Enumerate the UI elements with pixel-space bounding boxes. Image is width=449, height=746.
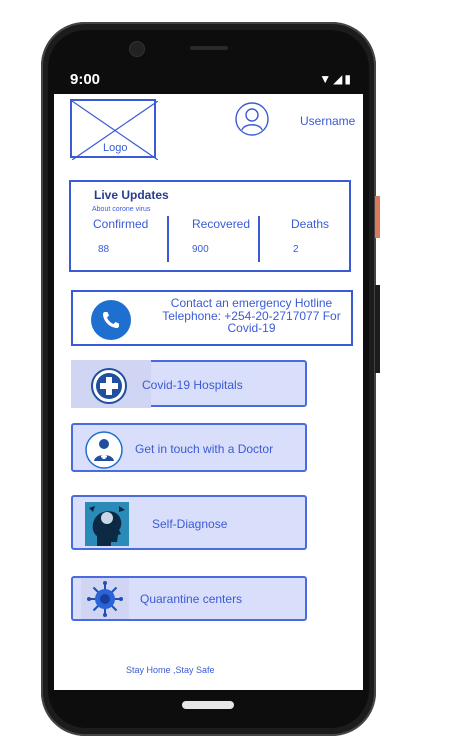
power-button[interactable] [375, 196, 380, 238]
status-icons: ▼◢▮ [319, 72, 353, 86]
virus-icon [87, 581, 123, 617]
confirmed-value: 88 [98, 244, 110, 255]
status-bar: 9:00 ▼◢▮ [54, 66, 363, 94]
column-divider [258, 216, 260, 262]
card-label: Self-Diagnose [152, 517, 228, 531]
deaths-label: Deaths [291, 217, 330, 231]
status-time: 9:00 [70, 71, 101, 88]
contact-doctor-button[interactable]: Get in touch with a Doctor [71, 423, 307, 472]
live-updates-panel: Live Updates About corone virus Confirme… [69, 180, 351, 272]
camera-icon [129, 41, 145, 57]
live-updates-subtitle: About corone virus [92, 206, 151, 213]
emergency-hotline-card[interactable]: Contact an emergency Hotline Telephone: … [71, 290, 353, 346]
navigation-bar [54, 690, 363, 720]
username-label[interactable]: Username [300, 114, 355, 128]
doctor-icon [85, 431, 123, 469]
logo-label: Logo [103, 142, 128, 154]
hotline-text: Contact an emergency Hotline Telephone: … [162, 296, 341, 335]
deaths-value: 2 [293, 244, 299, 255]
speaker-grille [190, 46, 228, 50]
card-label: Covid-19 Hospitals [142, 378, 243, 392]
footer-slogan: Stay Home ,Stay Safe [126, 665, 215, 675]
phone-call-icon[interactable] [91, 300, 131, 340]
column-divider [167, 216, 169, 262]
covid-hospitals-button[interactable]: Covid-19 Hospitals [71, 360, 307, 408]
confirmed-label: Confirmed [93, 217, 149, 231]
card-label: Quarantine centers [140, 592, 243, 606]
app-screen: Logo Username Live Updates About corone … [54, 94, 363, 690]
head-diagnose-icon [85, 502, 129, 546]
user-avatar-icon[interactable] [235, 102, 269, 136]
hospital-cross-icon [91, 368, 127, 404]
recovered-label: Recovered [192, 217, 251, 231]
quarantine-centers-button[interactable]: Quarantine centers [71, 576, 307, 621]
volume-button[interactable] [375, 285, 380, 373]
card-label: Get in touch with a Doctor [135, 442, 274, 456]
logo-placeholder: Logo [70, 99, 158, 160]
home-indicator[interactable] [182, 701, 234, 709]
recovered-value: 900 [192, 244, 209, 255]
self-diagnose-button[interactable]: Self-Diagnose [71, 495, 307, 550]
live-updates-title: Live Updates [94, 188, 169, 202]
